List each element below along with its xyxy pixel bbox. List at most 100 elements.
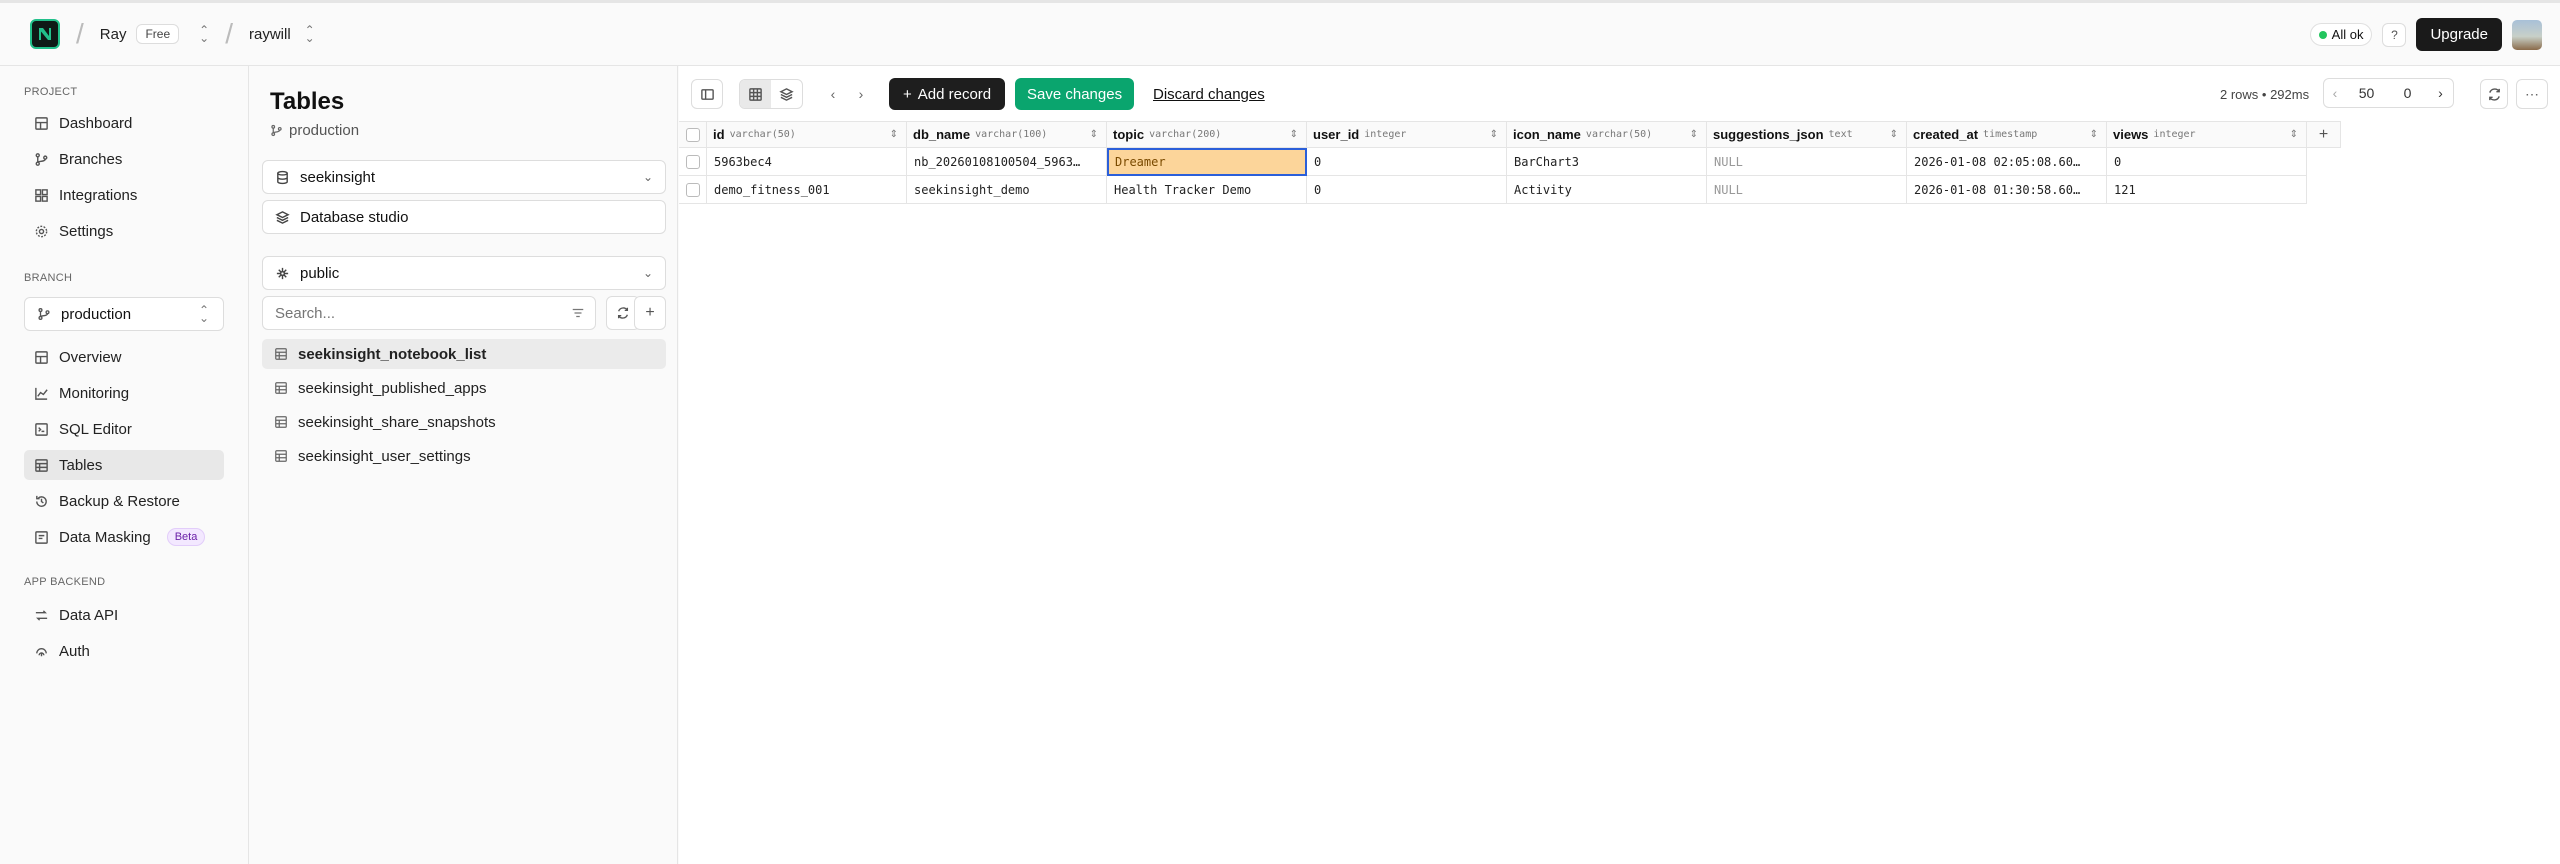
table-list-item[interactable]: seekinsight_user_settings (262, 441, 666, 471)
table-cell[interactable]: 0 (2107, 148, 2307, 176)
column-header-suggestions-json[interactable]: suggestions_json text ⇕ (1707, 121, 1907, 148)
sidebar-item-data-api[interactable]: Data API (24, 600, 224, 630)
next-page-button[interactable]: › (2428, 78, 2454, 108)
row-select-cell (679, 176, 707, 204)
sidebar-item-tables[interactable]: Tables (24, 450, 224, 480)
table-cell[interactable]: 0 (1307, 148, 1507, 176)
sidebar-item-sql-editor[interactable]: SQL Editor (24, 414, 224, 444)
sidebar-item-overview[interactable]: Overview (24, 342, 224, 372)
sort-icon[interactable]: ⇕ (1490, 129, 1498, 140)
database-studio-button[interactable]: Database studio (262, 200, 666, 234)
table-cell[interactable]: Activity (1507, 176, 1707, 204)
row-checkbox[interactable] (685, 154, 700, 169)
sidebar-item-dashboard[interactable]: Dashboard (24, 108, 224, 138)
column-header-views[interactable]: views integer ⇕ (2107, 121, 2307, 148)
table-cell[interactable]: 5963bec4 (707, 148, 907, 176)
refresh-button[interactable] (2480, 79, 2508, 109)
grid-view-button[interactable] (740, 80, 771, 108)
column-header-db-name[interactable]: db_name varchar(100) ⇕ (907, 121, 1107, 148)
sidebar-item-settings[interactable]: Settings (24, 216, 224, 246)
table-cell[interactable]: seekinsight_demo (907, 176, 1107, 204)
status-indicator[interactable]: All ok (2309, 23, 2373, 46)
database-value: seekinsight (300, 168, 376, 186)
sort-icon[interactable]: ⇕ (1090, 129, 1098, 140)
table-cell[interactable]: 121 (2107, 176, 2307, 204)
column-header-topic[interactable]: topic varchar(200) ⇕ (1107, 121, 1307, 148)
sort-icon[interactable]: ⇕ (1690, 129, 1698, 140)
toggle-sidebar-button[interactable] (691, 79, 723, 109)
sort-icon[interactable]: ⇕ (1290, 129, 1298, 140)
project-switcher-icon[interactable]: ⌃ ⌄ (199, 24, 209, 44)
database-selector[interactable]: seekinsight ⌄ (262, 160, 666, 194)
column-header-created-at[interactable]: created_at timestamp ⇕ (1907, 121, 2107, 148)
project-name[interactable]: Ray (100, 26, 127, 43)
filter-icon[interactable] (571, 306, 585, 320)
offset-input[interactable]: 0 (2387, 78, 2429, 108)
add-record-button[interactable]: + Add record (889, 78, 1006, 110)
table-search-input[interactable] (275, 304, 545, 322)
column-header-user-id[interactable]: user_id integer ⇕ (1307, 121, 1507, 148)
column-header-id[interactable]: id varchar(50) ⇕ (707, 121, 907, 148)
select-all-checkbox[interactable] (685, 127, 700, 142)
row-checkbox[interactable] (685, 182, 700, 197)
table-cell[interactable]: demo_fitness_001 (707, 176, 907, 204)
table-list-item[interactable]: seekinsight_notebook_list (262, 339, 666, 369)
sidebar-item-backup-restore[interactable]: Backup & Restore (24, 486, 224, 516)
column-type: text (1828, 129, 1853, 140)
sort-icon[interactable]: ⇕ (2290, 129, 2298, 140)
column-header-icon-name[interactable]: icon_name varchar(50) ⇕ (1507, 121, 1707, 148)
table-name: seekinsight_share_snapshots (298, 413, 496, 431)
sort-icon[interactable]: ⇕ (2090, 129, 2098, 140)
table-cell[interactable]: NULL (1707, 176, 1907, 204)
chevron-left-icon: ‹ (2332, 85, 2338, 101)
sidebar-item-auth[interactable]: Auth (24, 636, 224, 666)
user-avatar[interactable] (2512, 19, 2542, 50)
sidebar-item-monitoring[interactable]: Monitoring (24, 378, 224, 408)
table-cell[interactable]: 2026-01-08 02:05:08.60… (1907, 148, 2107, 176)
sidebar-item-branches[interactable]: Branches (24, 144, 224, 174)
org-switcher-icon[interactable]: ⌃ ⌄ (305, 24, 315, 44)
sidebar-item-data-masking[interactable]: Data Masking Beta (24, 522, 224, 552)
plus-icon: + (903, 85, 912, 103)
org-name[interactable]: raywill (249, 26, 291, 43)
app-logo-icon[interactable] (30, 19, 60, 49)
prev-page-button[interactable]: ‹ (2323, 78, 2347, 108)
upgrade-button[interactable]: Upgrade (2416, 18, 2502, 51)
column-name: icon_name (1513, 127, 1581, 142)
discard-changes-link[interactable]: Discard changes (1153, 86, 1265, 103)
structure-view-button[interactable] (771, 80, 802, 108)
table-cell[interactable]: 0 (1307, 176, 1507, 204)
table-cell-editing[interactable]: Dreamer (1107, 148, 1307, 176)
sidebar-item-integrations[interactable]: Integrations (24, 180, 224, 210)
table-list-item[interactable]: seekinsight_published_apps (262, 373, 666, 403)
table-cell[interactable]: Health Tracker Demo (1107, 176, 1307, 204)
more-options-button[interactable]: ⋯ (2516, 79, 2548, 109)
sidebar-item-label: Dashboard (59, 114, 133, 132)
save-changes-button[interactable]: Save changes (1015, 78, 1135, 110)
add-table-button[interactable]: + (634, 296, 666, 330)
add-column-button[interactable]: + (2307, 121, 2341, 148)
help-icon[interactable]: ? (2382, 22, 2407, 47)
table-cell[interactable]: NULL (1707, 148, 1907, 176)
column-name: user_id (1313, 127, 1360, 142)
branch-icon (35, 152, 48, 166)
branch-selector[interactable]: production ⌃ ⌄ (24, 297, 224, 331)
redo-button[interactable]: › (847, 79, 875, 109)
sort-icon[interactable]: ⇕ (1890, 129, 1898, 140)
table-name: seekinsight_user_settings (298, 447, 471, 465)
refresh-icon (617, 307, 629, 319)
undo-button[interactable]: ‹ (819, 79, 847, 109)
table-cell[interactable]: nb_20260108100504_5963… (907, 148, 1107, 176)
column-type: varchar(50) (1585, 129, 1653, 140)
sidebar-item-label: Auth (59, 642, 90, 660)
schema-selector[interactable]: public ⌄ (262, 256, 666, 290)
chart-line-icon (35, 387, 48, 400)
more-icon: ⋯ (2525, 85, 2539, 102)
table-cell[interactable]: 2026-01-08 01:30:58.60… (1907, 176, 2107, 204)
sort-icon[interactable]: ⇕ (890, 129, 898, 140)
schema-value: public (300, 264, 340, 282)
table-cell[interactable]: BarChart3 (1507, 148, 1707, 176)
page-size-input[interactable]: 50 (2346, 78, 2388, 108)
section-label-app-backend: APP BACKEND (24, 576, 106, 588)
table-list-item[interactable]: seekinsight_share_snapshots (262, 407, 666, 437)
